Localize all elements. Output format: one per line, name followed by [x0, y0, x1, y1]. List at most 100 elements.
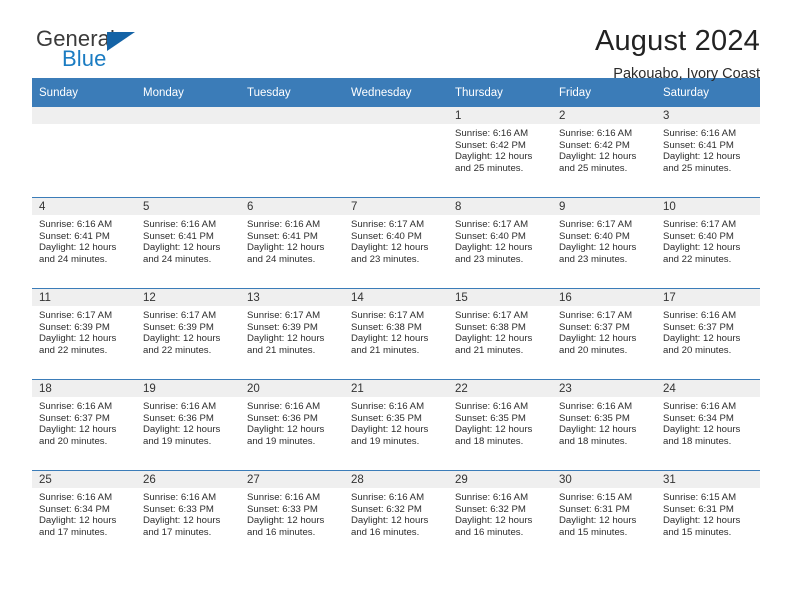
- day-details: Sunrise: 6:17 AM Sunset: 6:37 PM Daylight:…: [552, 306, 656, 356]
- daylight-text: Daylight: 12 hours and 21 minutes.: [351, 333, 429, 356]
- day-cell[interactable]: 15 Sunrise: 6:17 AM Sunset: 6:38 PM Dayligh…: [448, 288, 552, 380]
- daylight-text: Daylight: 12 hours and 18 minutes.: [663, 424, 741, 447]
- logo-text-blue: Blue: [62, 46, 107, 71]
- day-cell[interactable]: 2 Sunrise: 6:16 AM Sunset: 6:42 PM Daylight…: [552, 107, 656, 198]
- sunrise-text: Sunrise: 6:16 AM: [39, 219, 113, 230]
- sunset-text: Sunset: 6:41 PM: [39, 230, 110, 242]
- day-details: Sunrise: 6:17 AM Sunset: 6:39 PM Daylight:…: [240, 306, 344, 356]
- sunset-text: Sunset: 6:35 PM: [455, 412, 526, 424]
- day-cell[interactable]: 28 Sunrise: 6:16 AM Sunset: 6:32 PM Dayligh…: [344, 470, 448, 561]
- sunset-text: Sunset: 6:36 PM: [143, 412, 214, 424]
- day-number: 23: [552, 380, 656, 397]
- day-number: 20: [240, 380, 344, 397]
- day-details: Sunrise: 6:17 AM Sunset: 6:40 PM Daylight:…: [552, 215, 656, 265]
- sunset-text: Sunset: 6:39 PM: [143, 321, 214, 333]
- calendar-grid: Sunday Monday Tuesday Wednesday Thursday…: [32, 78, 760, 561]
- sunset-text: Sunset: 6:40 PM: [455, 230, 526, 242]
- day-cell[interactable]: 22 Sunrise: 6:16 AM Sunset: 6:35 PM Dayligh…: [448, 379, 552, 471]
- daylight-text: Daylight: 12 hours and 21 minutes.: [247, 333, 325, 356]
- day-details: Sunrise: 6:17 AM Sunset: 6:39 PM Daylight:…: [32, 306, 136, 356]
- day-cell[interactable]: 16 Sunrise: 6:17 AM Sunset: 6:37 PM Dayligh…: [552, 288, 656, 380]
- day-cell[interactable]: 29 Sunrise: 6:16 AM Sunset: 6:32 PM Dayligh…: [448, 470, 552, 561]
- day-cell[interactable]: 5 Sunrise: 6:16 AM Sunset: 6:41 PM Daylight…: [136, 197, 240, 289]
- day-number: 29: [448, 471, 552, 488]
- weekday-header-thursday: Thursday: [448, 78, 552, 107]
- day-cell[interactable]: 21 Sunrise: 6:16 AM Sunset: 6:35 PM Dayligh…: [344, 379, 448, 471]
- day-number: 13: [240, 289, 344, 306]
- sunset-text: Sunset: 6:32 PM: [455, 503, 526, 515]
- day-number: 18: [32, 380, 136, 397]
- day-cell[interactable]: 20 Sunrise: 6:16 AM Sunset: 6:36 PM Dayligh…: [240, 379, 344, 471]
- day-cell[interactable]: 23 Sunrise: 6:16 AM Sunset: 6:35 PM Dayligh…: [552, 379, 656, 471]
- daylight-text: Daylight: 12 hours and 25 minutes.: [455, 151, 533, 174]
- day-cell[interactable]: 14 Sunrise: 6:17 AM Sunset: 6:38 PM Dayligh…: [344, 288, 448, 380]
- sunset-text: Sunset: 6:37 PM: [39, 412, 110, 424]
- sunset-text: Sunset: 6:42 PM: [559, 139, 630, 151]
- day-cell[interactable]: 13 Sunrise: 6:17 AM Sunset: 6:39 PM Dayligh…: [240, 288, 344, 380]
- daylight-text: Daylight: 12 hours and 20 minutes.: [663, 333, 741, 356]
- sunset-text: Sunset: 6:41 PM: [143, 230, 214, 242]
- sunrise-text: Sunrise: 6:16 AM: [455, 492, 529, 503]
- day-number: 14: [344, 289, 448, 306]
- day-cell[interactable]: 25 Sunrise: 6:16 AM Sunset: 6:34 PM Dayligh…: [32, 470, 136, 561]
- day-cell[interactable]: 4 Sunrise: 6:16 AM Sunset: 6:41 PM Daylight…: [32, 197, 136, 289]
- day-cell-empty: [344, 107, 448, 198]
- sunrise-text: Sunrise: 6:17 AM: [455, 219, 529, 230]
- weekday-header-monday: Monday: [136, 78, 240, 107]
- sunset-text: Sunset: 6:40 PM: [663, 230, 734, 242]
- calendar-week-row: 11 Sunrise: 6:17 AM Sunset: 6:39 PM Dayligh…: [32, 288, 760, 380]
- day-cell[interactable]: 18 Sunrise: 6:16 AM Sunset: 6:37 PM Dayligh…: [32, 379, 136, 471]
- day-number: [240, 107, 344, 124]
- day-cell[interactable]: 30 Sunrise: 6:15 AM Sunset: 6:31 PM Dayligh…: [552, 470, 656, 561]
- sunrise-text: Sunrise: 6:16 AM: [247, 401, 321, 412]
- sunset-text: Sunset: 6:40 PM: [559, 230, 630, 242]
- daylight-text: Daylight: 12 hours and 19 minutes.: [351, 424, 429, 447]
- sunrise-text: Sunrise: 6:16 AM: [663, 310, 737, 321]
- daylight-text: Daylight: 12 hours and 22 minutes.: [663, 242, 741, 265]
- daylight-text: Daylight: 12 hours and 23 minutes.: [455, 242, 533, 265]
- day-cell[interactable]: 31 Sunrise: 6:15 AM Sunset: 6:31 PM Dayligh…: [656, 470, 760, 561]
- sunrise-text: Sunrise: 6:16 AM: [143, 219, 217, 230]
- day-details: Sunrise: 6:16 AM Sunset: 6:37 PM Daylight:…: [656, 306, 760, 356]
- day-cell[interactable]: 6 Sunrise: 6:16 AM Sunset: 6:41 PM Daylight…: [240, 197, 344, 289]
- day-cell[interactable]: 1 Sunrise: 6:16 AM Sunset: 6:42 PM Daylight…: [448, 107, 552, 198]
- sunrise-text: Sunrise: 6:16 AM: [455, 401, 529, 412]
- day-number: 19: [136, 380, 240, 397]
- day-cell[interactable]: 9 Sunrise: 6:17 AM Sunset: 6:40 PM Daylight…: [552, 197, 656, 289]
- day-cell[interactable]: 27 Sunrise: 6:16 AM Sunset: 6:33 PM Dayligh…: [240, 470, 344, 561]
- sunrise-text: Sunrise: 6:17 AM: [559, 219, 633, 230]
- sunrise-text: Sunrise: 6:16 AM: [247, 492, 321, 503]
- day-cell[interactable]: 24 Sunrise: 6:16 AM Sunset: 6:34 PM Dayligh…: [656, 379, 760, 471]
- day-number: 5: [136, 198, 240, 215]
- day-number: 28: [344, 471, 448, 488]
- sunset-text: Sunset: 6:31 PM: [559, 503, 630, 515]
- day-details: Sunrise: 6:16 AM Sunset: 6:36 PM Daylight:…: [240, 397, 344, 447]
- sunset-text: Sunset: 6:32 PM: [351, 503, 422, 515]
- day-number: 2: [552, 107, 656, 124]
- day-cell[interactable]: 12 Sunrise: 6:17 AM Sunset: 6:39 PM Dayligh…: [136, 288, 240, 380]
- daylight-text: Daylight: 12 hours and 24 minutes.: [39, 242, 117, 265]
- day-cell[interactable]: 17 Sunrise: 6:16 AM Sunset: 6:37 PM Dayligh…: [656, 288, 760, 380]
- day-cell[interactable]: 3 Sunrise: 6:16 AM Sunset: 6:41 PM Daylight…: [656, 107, 760, 198]
- day-number: 7: [344, 198, 448, 215]
- title-block: August 2024 Pakouabo, Ivory Coast: [595, 25, 760, 83]
- day-number: 30: [552, 471, 656, 488]
- day-cell[interactable]: 26 Sunrise: 6:16 AM Sunset: 6:33 PM Dayligh…: [136, 470, 240, 561]
- day-details: Sunrise: 6:17 AM Sunset: 6:40 PM Daylight:…: [656, 215, 760, 265]
- day-details: Sunrise: 6:16 AM Sunset: 6:32 PM Daylight:…: [448, 488, 552, 538]
- sunrise-text: Sunrise: 6:17 AM: [351, 219, 425, 230]
- day-details: Sunrise: 6:16 AM Sunset: 6:33 PM Daylight:…: [240, 488, 344, 538]
- day-cell[interactable]: 8 Sunrise: 6:17 AM Sunset: 6:40 PM Daylight…: [448, 197, 552, 289]
- day-cell[interactable]: 7 Sunrise: 6:17 AM Sunset: 6:40 PM Daylight…: [344, 197, 448, 289]
- day-number: 6: [240, 198, 344, 215]
- location-subtitle: Pakouabo, Ivory Coast: [613, 65, 760, 82]
- day-details: Sunrise: 6:16 AM Sunset: 6:41 PM Daylight:…: [240, 215, 344, 265]
- day-number: 16: [552, 289, 656, 306]
- general-blue-logo[interactable]: General Blue: [32, 26, 172, 78]
- calendar-week-row: 1 Sunrise: 6:16 AM Sunset: 6:42 PM Daylight…: [32, 107, 760, 198]
- day-cell[interactable]: 11 Sunrise: 6:17 AM Sunset: 6:39 PM Dayligh…: [32, 288, 136, 380]
- day-number: 12: [136, 289, 240, 306]
- day-details: Sunrise: 6:16 AM Sunset: 6:35 PM Daylight:…: [448, 397, 552, 447]
- day-cell[interactable]: 19 Sunrise: 6:16 AM Sunset: 6:36 PM Dayligh…: [136, 379, 240, 471]
- day-cell[interactable]: 10 Sunrise: 6:17 AM Sunset: 6:40 PM Dayligh…: [656, 197, 760, 289]
